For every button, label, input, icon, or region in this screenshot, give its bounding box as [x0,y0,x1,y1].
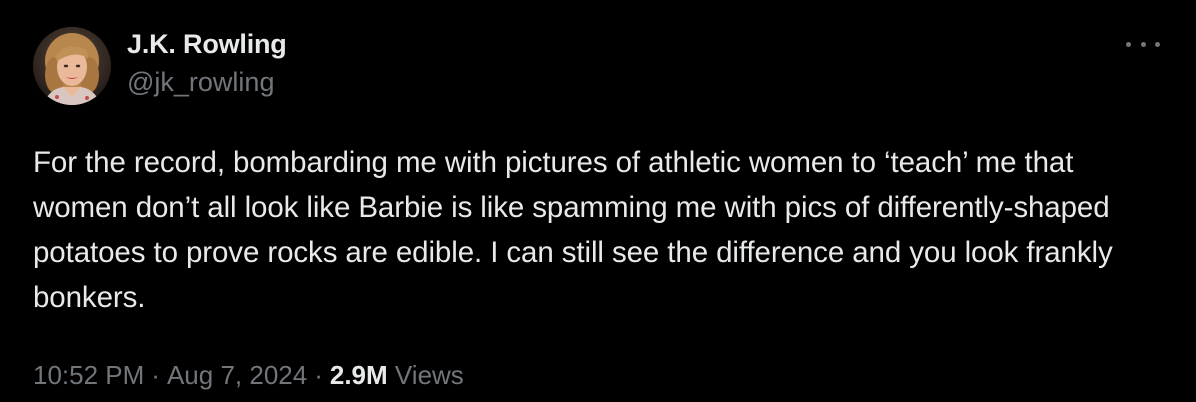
separator: · [151,360,160,390]
more-horizontal-icon [1126,41,1131,47]
tweet-meta: 10:52 PM · Aug 7, 2024 · 2.9M Views [33,358,464,392]
display-name[interactable]: J.K. Rowling [127,28,287,60]
user-handle[interactable]: @jk_rowling [127,66,287,98]
author-info: J.K. Rowling @jk_rowling [127,28,287,98]
tweet-time[interactable]: 10:52 PM [33,360,144,390]
avatar[interactable] [33,27,111,105]
avatar-image [33,27,111,105]
more-horizontal-icon [1155,41,1160,47]
tweet-date[interactable]: Aug 7, 2024 [167,360,307,390]
more-horizontal-icon [1140,41,1146,47]
views-label: Views [394,360,464,390]
more-options-button[interactable] [1126,32,1160,56]
tweet-text: For the record, bombarding me with pictu… [33,146,1113,314]
tweet: J.K. Rowling @jk_rowling For the record,… [0,0,1196,402]
views-count: 2.9M [329,360,388,390]
separator: · [314,360,323,390]
